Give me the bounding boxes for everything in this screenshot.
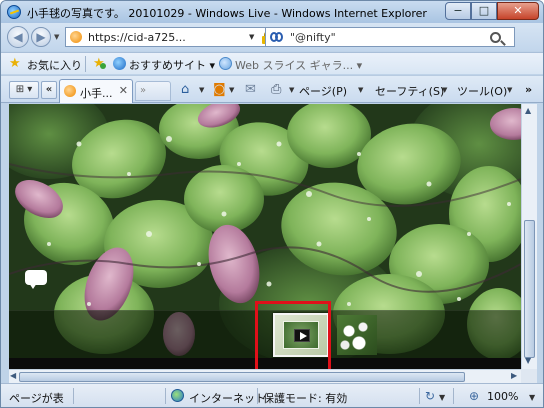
horizontal-scroll-thumb[interactable] bbox=[19, 372, 465, 382]
scroll-down-arrow-icon[interactable]: ▼ bbox=[525, 356, 531, 365]
web-slice-gallery-link[interactable]: Web スライス ギャラ... ▾ bbox=[235, 57, 362, 73]
safety-menu-dropdown-icon[interactable]: ▼ bbox=[442, 86, 447, 94]
close-button[interactable]: ✕ bbox=[497, 2, 539, 20]
search-box[interactable]: "@nifty" bbox=[265, 27, 515, 47]
zoom-level[interactable]: 100% bbox=[487, 390, 518, 403]
pop-up-blocker-icon[interactable]: ↻ bbox=[425, 389, 435, 403]
zoom-icon[interactable]: ⊕ bbox=[469, 389, 479, 403]
scroll-up-arrow-icon[interactable]: ▲ bbox=[525, 106, 531, 115]
web-slice-gallery-icon bbox=[219, 57, 232, 70]
status-divider bbox=[453, 388, 454, 404]
status-bar: ページが表 インターネット 保護モード: 有効 ↻ ▼ ⊕ 100% ▼ bbox=[1, 383, 543, 407]
window-controls: − □ ✕ bbox=[445, 2, 539, 20]
window-title: 小手毬の写真です。 20101029 - Windows Live - Wind… bbox=[27, 7, 427, 20]
search-provider-text[interactable]: "@nifty" bbox=[290, 31, 336, 44]
internet-zone-globe-icon bbox=[171, 389, 184, 402]
quick-tabs-button[interactable]: ⊞ ▾ bbox=[9, 81, 39, 99]
address-toolbar: ◀ ▶ ▼ https://cid-a725... ▼ ⇆ ✕ "@nifty" bbox=[1, 23, 543, 51]
tab-favicon-icon bbox=[64, 85, 76, 97]
suggested-sites-link[interactable]: おすすめサイト ▾ bbox=[129, 57, 215, 73]
maximize-button[interactable]: □ bbox=[471, 2, 497, 20]
tools-menu-dropdown-icon[interactable]: ▼ bbox=[507, 86, 512, 94]
home-icon[interactable]: ⌂ bbox=[181, 82, 189, 97]
feeds-dropdown-icon[interactable]: ▼ bbox=[229, 86, 234, 94]
protected-mode-text[interactable]: 保護モード: 有効 bbox=[263, 390, 347, 406]
add-to-favorites-bar-icon[interactable]: ★ bbox=[93, 56, 106, 71]
forward-button[interactable]: ▶ bbox=[31, 27, 51, 47]
horizontal-scrollbar[interactable]: ◀ ▶ bbox=[9, 369, 521, 383]
comment-bubble-icon[interactable] bbox=[25, 270, 47, 289]
print-dropdown-icon[interactable]: ▼ bbox=[289, 86, 294, 94]
more-commands-chevron-icon[interactable]: » bbox=[525, 83, 532, 96]
scroll-right-arrow-icon[interactable]: ▶ bbox=[511, 371, 517, 380]
status-divider bbox=[73, 388, 74, 404]
favorites-star-icon[interactable]: ★ bbox=[9, 56, 21, 71]
favorites-button[interactable]: お気に入り bbox=[27, 57, 82, 73]
security-zone-text[interactable]: インターネット bbox=[189, 390, 266, 406]
status-divider bbox=[257, 388, 258, 404]
status-message: ページが表 bbox=[9, 392, 64, 405]
new-tab-button[interactable]: » bbox=[135, 81, 171, 101]
vertical-scroll-thumb[interactable] bbox=[524, 220, 535, 358]
nifty-search-provider-icon bbox=[270, 32, 284, 42]
title-bar: 小手毬の写真です。 20101029 - Windows Live - Wind… bbox=[1, 1, 543, 23]
pop-up-dropdown-icon[interactable]: ▼ bbox=[439, 393, 445, 402]
vertical-scrollbar[interactable]: ▲ ▼ bbox=[521, 104, 537, 369]
back-button[interactable]: ◀ bbox=[7, 26, 29, 48]
page-menu-dropdown-icon[interactable]: ▼ bbox=[358, 86, 363, 94]
tools-menu[interactable]: ツール(O) bbox=[457, 83, 507, 99]
site-favicon-icon bbox=[70, 31, 82, 43]
scroll-left-arrow-icon[interactable]: ◀ bbox=[10, 371, 16, 380]
zoom-dropdown-icon[interactable]: ▼ bbox=[529, 393, 535, 402]
highlight-box bbox=[255, 301, 331, 374]
ie-window: 小手毬の写真です。 20101029 - Windows Live - Wind… bbox=[0, 0, 544, 408]
favorites-bar: ★ お気に入り ★ おすすめサイト ▾ Web スライス ギャラ... ▾ bbox=[1, 52, 543, 74]
tab-title[interactable]: 小手... bbox=[80, 85, 113, 101]
photo-thumbnail[interactable] bbox=[337, 315, 377, 355]
address-dropdown-icon[interactable]: ▼ bbox=[249, 33, 254, 41]
favorites-divider bbox=[85, 56, 86, 72]
scrollbar-corner bbox=[521, 369, 537, 383]
home-dropdown-icon[interactable]: ▼ bbox=[199, 86, 204, 94]
status-divider bbox=[419, 388, 420, 404]
print-icon[interactable]: ⎙ bbox=[271, 82, 281, 97]
feeds-icon[interactable]: ◙ bbox=[213, 82, 226, 97]
internet-explorer-icon bbox=[7, 5, 21, 19]
tab-close-icon[interactable]: ✕ bbox=[119, 84, 128, 97]
safety-menu[interactable]: セーフティ(S) bbox=[375, 83, 444, 99]
search-icon[interactable] bbox=[490, 32, 508, 50]
page-menu[interactable]: ページ(P) bbox=[299, 83, 347, 99]
tab-active[interactable]: 小手... ✕ bbox=[59, 79, 133, 103]
status-divider bbox=[165, 388, 166, 404]
minimize-button[interactable]: − bbox=[445, 2, 471, 20]
recent-pages-dropdown[interactable]: ▼ bbox=[54, 33, 59, 41]
tab-command-bar: ⊞ ▾ « 小手... ✕ » ⌂ ▼ ◙ ▼ ✉ ⎙ ▼ ページ(P) ▼ セ… bbox=[1, 75, 543, 103]
suggested-sites-icon bbox=[113, 57, 126, 70]
read-mail-icon[interactable]: ✉ bbox=[245, 82, 256, 97]
address-url[interactable]: https://cid-a725... bbox=[88, 31, 186, 44]
tab-list-button[interactable]: « bbox=[41, 81, 57, 99]
